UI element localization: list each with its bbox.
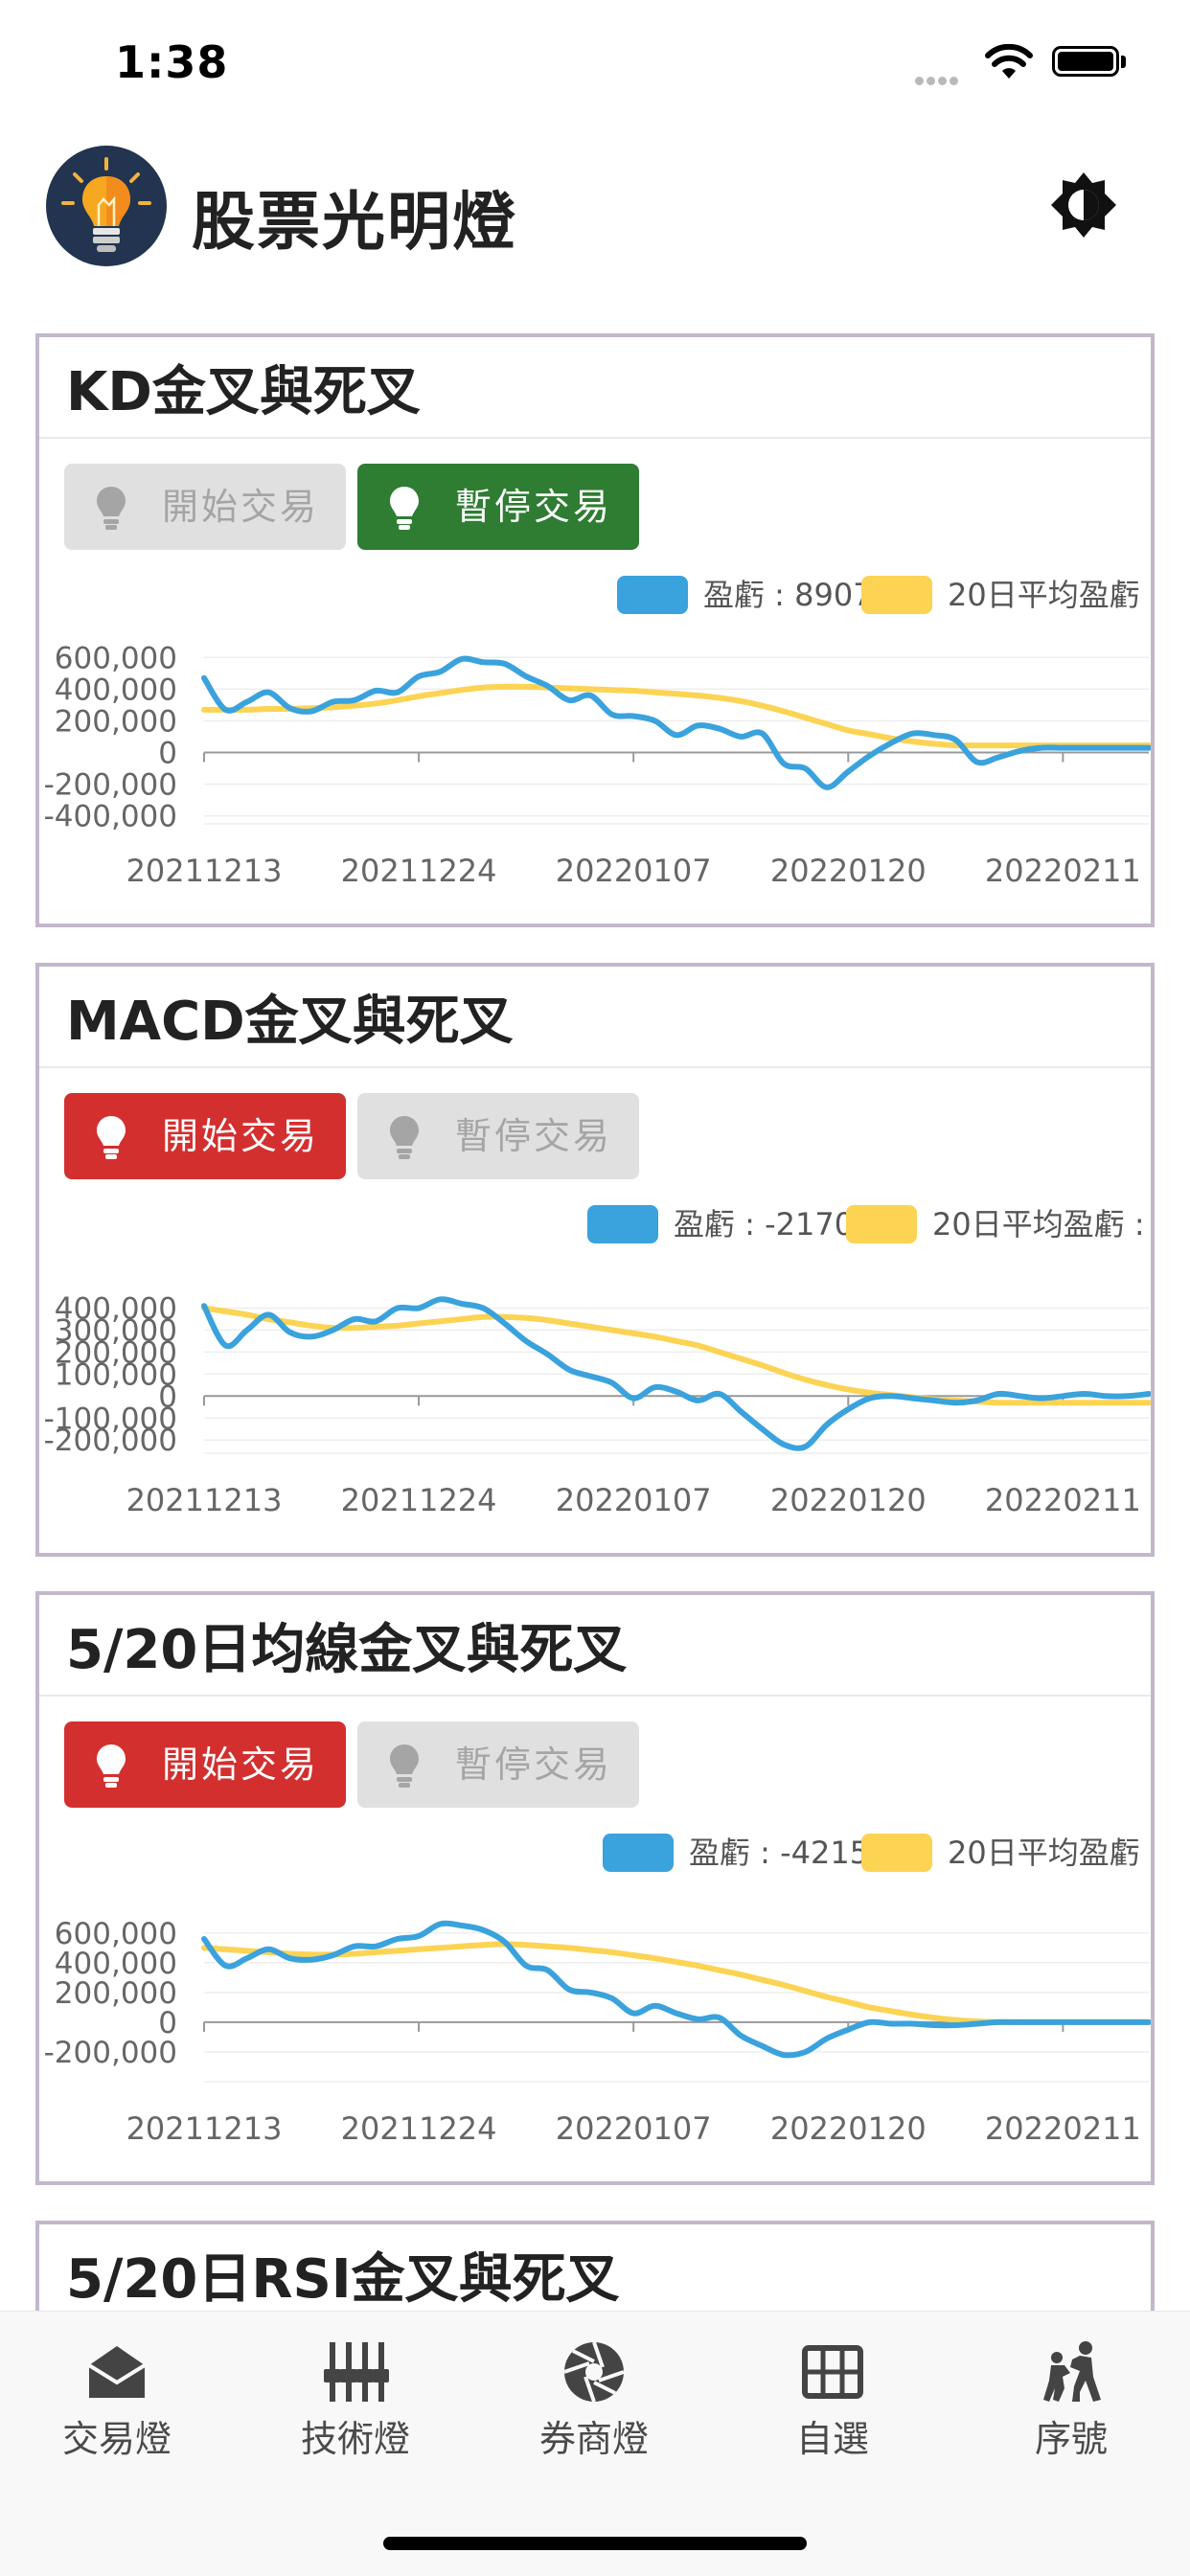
series-line-profit <box>201 655 1151 790</box>
profit-chart: 盈虧 : -217020日平均盈虧 : -37764400,000300,000… <box>44 1205 1151 1518</box>
status-bar: 1:38 <box>0 0 1190 125</box>
nav-item-serial[interactable]: 序號 <box>975 2338 1167 2462</box>
brightness-icon[interactable] <box>1049 171 1118 239</box>
envelope-open-icon <box>87 2346 147 2398</box>
aperture-icon <box>563 2341 625 2403</box>
app-header: 股票光明燈 <box>0 134 1190 278</box>
nav-label: 序號 <box>1034 2418 1108 2460</box>
x-tick-label: 20211213 <box>126 853 283 889</box>
nav-item-watchlist[interactable]: 自選 <box>737 2338 928 2462</box>
legend-swatch-avg <box>861 576 932 614</box>
y-tick-label: 400,000 <box>55 672 177 707</box>
x-tick-label: 20220211 <box>985 853 1141 889</box>
legend-label-profit: 盈虧 : -4215 <box>689 1835 869 1871</box>
strategy-card-ma: 5/20日均線金叉與死叉 開始交易 暫停交易 盈虧 : -4215 20日平均盈虧… <box>35 1591 1155 2185</box>
y-tick-label: 600,000 <box>55 641 177 675</box>
y-tick-label: -200,000 <box>44 1424 177 1458</box>
nav-label: 自選 <box>795 2418 869 2460</box>
profit-chart: 盈虧 : -421520日平均盈虧 : -4247600,000400,0002… <box>44 1834 1151 2147</box>
nav-item-trading[interactable]: 交易燈 <box>21 2338 213 2462</box>
grid-icon <box>802 2345 863 2399</box>
signal-icon <box>915 71 961 89</box>
y-tick-label: 200,000 <box>55 704 177 739</box>
nav-label: 券商燈 <box>538 2418 649 2460</box>
nav-label: 技術燈 <box>300 2418 410 2460</box>
nav-item-broker[interactable]: 券商燈 <box>498 2338 690 2462</box>
legend-swatch-avg <box>846 1205 917 1243</box>
x-tick-label: 20220107 <box>556 1482 712 1518</box>
nav-label: 交易燈 <box>61 2418 172 2460</box>
legend-swatch-profit <box>587 1205 658 1243</box>
series-line-profit <box>201 1920 1151 2059</box>
chart-legend: 盈虧 : -2170 20日平均盈虧 : -37764 <box>587 1205 1151 1243</box>
y-tick-label: -200,000 <box>44 768 177 803</box>
home-indicator <box>383 2537 807 2550</box>
legend-swatch-profit <box>617 576 688 614</box>
status-time: 1:38 <box>115 36 229 88</box>
legend-label-avg: 20日平均盈虧 : 45557 <box>948 577 1151 613</box>
legend-label-profit: 盈虧 : -2170 <box>674 1206 854 1242</box>
battery-tip <box>1121 56 1126 68</box>
legend-swatch-avg <box>861 1834 932 1872</box>
x-tick-label: 20211224 <box>341 853 497 889</box>
y-tick-label: 0 <box>158 737 177 771</box>
y-tick-label: -200,000 <box>44 2036 177 2070</box>
legend-label-avg: 20日平均盈虧 : -4247 <box>948 1835 1151 1871</box>
legend-swatch-profit <box>603 1834 674 1872</box>
legend-label-avg: 20日平均盈虧 : -37764 <box>932 1206 1151 1242</box>
x-tick-label: 20220120 <box>770 2110 927 2147</box>
x-tick-label: 20211213 <box>126 2110 283 2147</box>
x-tick-label: 20220107 <box>556 853 712 889</box>
x-tick-label: 20211213 <box>126 1482 283 1518</box>
x-tick-label: 20220120 <box>770 1482 927 1518</box>
legend-label-profit: 盈虧 : 8907 <box>703 577 873 613</box>
nav-item-technical[interactable]: 技術燈 <box>260 2338 451 2462</box>
wifi-icon <box>985 44 1033 79</box>
x-tick-label: 20220120 <box>770 853 927 889</box>
strategy-card-kd: KD金叉與死叉 開始交易 暫停交易 盈虧 : 890720日平均盈虧 : 455… <box>35 333 1155 927</box>
sliders-icon <box>324 2342 389 2402</box>
strategy-card-macd: MACD金叉與死叉 開始交易 暫停交易 盈虧 : -2170 20日平均盈虧 : … <box>35 963 1155 1557</box>
chart-legend: 盈虧 : -4215 20日平均盈虧 : -4247 <box>603 1834 1151 1872</box>
x-tick-label: 20220211 <box>985 2110 1141 2147</box>
people-push-icon <box>1043 2341 1101 2402</box>
chart-legend: 盈虧 : 8907 20日平均盈虧 : 45557 <box>617 576 1151 614</box>
app-title: 股票光明燈 <box>192 185 517 259</box>
x-tick-label: 20220107 <box>556 2110 712 2147</box>
x-tick-label: 20220211 <box>985 1482 1141 1518</box>
x-tick-label: 20211224 <box>341 2110 497 2147</box>
y-tick-label: -400,000 <box>44 800 177 834</box>
battery-icon <box>1052 46 1119 77</box>
lightbulb-logo <box>46 146 167 266</box>
x-tick-label: 20211224 <box>341 1482 497 1518</box>
profit-chart: 盈虧 : 890720日平均盈虧 : 45557600,000400,00020… <box>44 576 1151 889</box>
